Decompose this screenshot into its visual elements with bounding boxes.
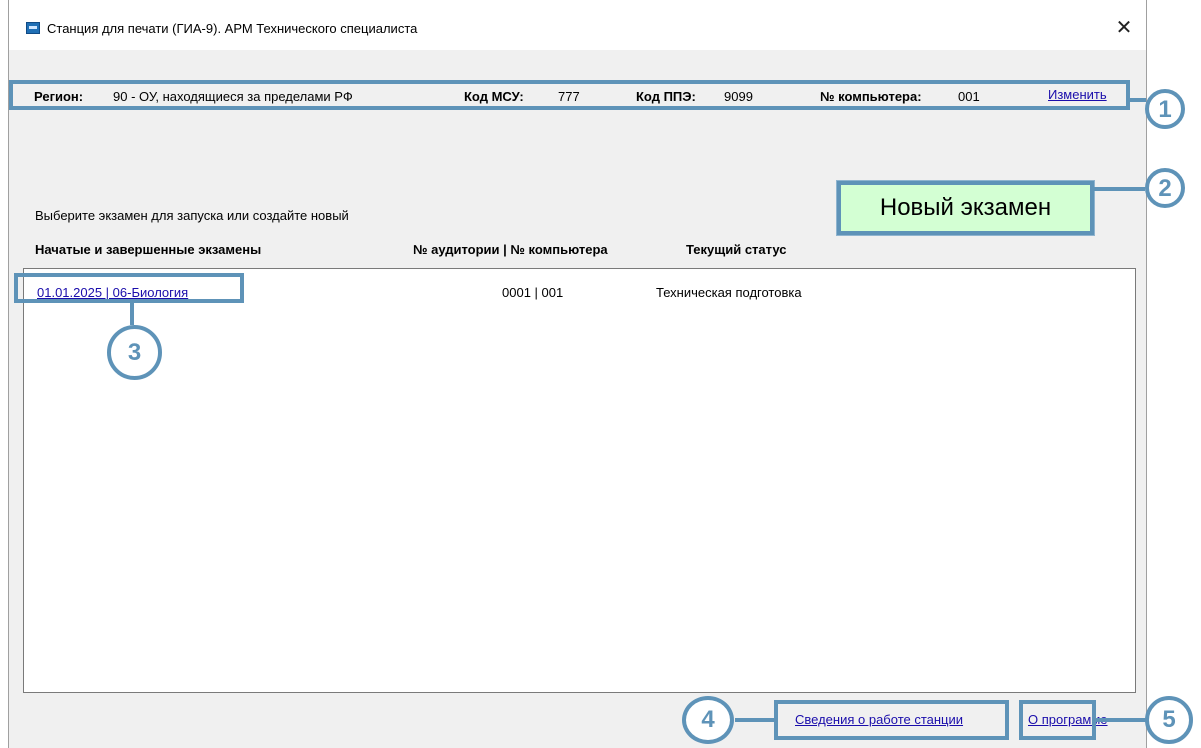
callout-4-badge: 4 [682, 696, 734, 744]
callout-1-badge: 1 [1145, 89, 1185, 129]
exam-auditorium-computer: 0001 | 001 [502, 285, 564, 300]
callout-3-badge: 3 [107, 325, 162, 380]
column-header-status: Текущий статус [686, 242, 787, 257]
close-button[interactable]: ✕ [1109, 14, 1139, 42]
title-bar: Станция для печати (ГИА-9). АРМ Техничес… [9, 0, 1146, 50]
app-window: Станция для печати (ГИА-9). АРМ Техничес… [8, 0, 1147, 748]
new-exam-button[interactable]: Новый экзамен [836, 180, 1095, 236]
select-exam-prompt: Выберите экзамен для запуска или создайт… [35, 208, 349, 223]
callout-5-highlight [1019, 700, 1096, 740]
callout-5-badge: 5 [1145, 696, 1193, 744]
callout-5-connector [1096, 718, 1146, 722]
callout-2-badge: 2 [1145, 168, 1185, 208]
exam-list[interactable]: 01.01.2025 | 06-Биология 0001 | 001 Техн… [23, 268, 1136, 693]
callout-4-connector [735, 718, 774, 722]
column-header-auditorium-computer: № аудитории | № компьютера [413, 242, 608, 257]
callout-1-highlight [9, 80, 1130, 110]
window-title: Станция для печати (ГИА-9). АРМ Техничес… [47, 21, 418, 36]
column-header-exams: Начатые и завершенные экзамены [35, 242, 262, 257]
callout-3-connector [130, 303, 134, 325]
printer-app-icon [26, 22, 40, 34]
callout-3-highlight [14, 273, 244, 303]
exam-status: Техническая подготовка [656, 285, 802, 300]
callout-2-connector [1093, 187, 1145, 191]
callout-4-highlight [774, 700, 1009, 740]
callout-1-connector [1130, 98, 1146, 102]
